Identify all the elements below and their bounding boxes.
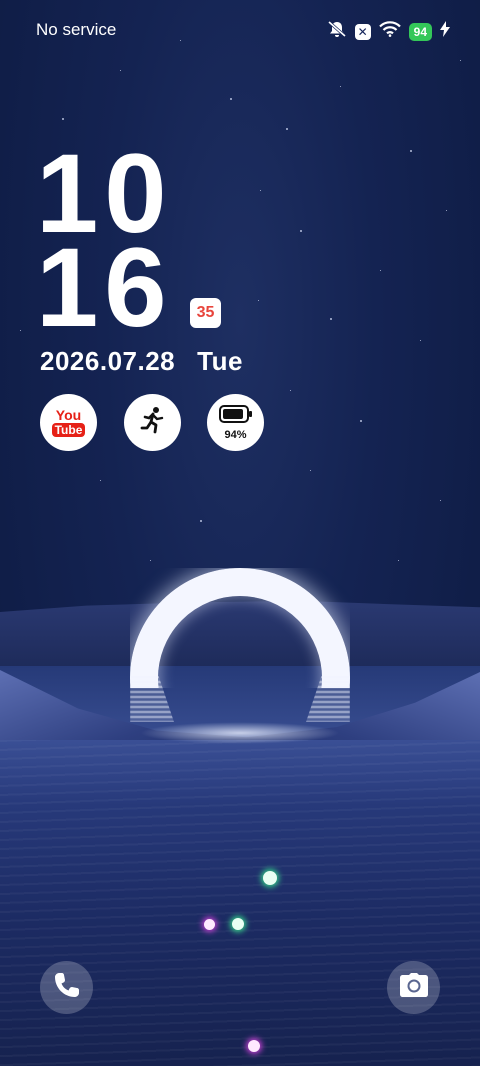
fitness-widget[interactable] (124, 394, 181, 451)
clock-seconds-badge: 35 (190, 298, 221, 328)
date-line: 2026.07.28 Tue (40, 346, 243, 377)
lock-screen[interactable]: No service ✕ 94 10 16 35 2026.07.28 Tue … (0, 0, 480, 1066)
running-icon (140, 406, 166, 439)
charging-bolt-icon (440, 21, 450, 42)
battery-percent-label: 94% (224, 428, 247, 441)
close-box-icon: ✕ (354, 23, 371, 40)
youtube-widget[interactable]: You Tube (40, 394, 97, 451)
date-text: 2026.07.28 (40, 346, 176, 376)
mute-icon (327, 20, 347, 43)
carrier-label: No service (36, 20, 117, 39)
battery-indicator: 94 (408, 22, 432, 41)
sparkle-dot (232, 918, 244, 930)
wallpaper-waves (0, 740, 480, 1066)
youtube-logo-text: You (55, 407, 82, 423)
status-bar: No service ✕ 94 (0, 0, 480, 60)
battery-icon (218, 404, 253, 428)
wallpaper-glow (140, 722, 340, 744)
sparkle-dot (263, 871, 277, 885)
camera-icon (399, 972, 429, 1003)
youtube-logo-tube: Tube (51, 423, 86, 437)
status-icons: ✕ 94 (327, 20, 450, 43)
battery-widget[interactable]: 94% (207, 394, 264, 451)
phone-icon (53, 971, 81, 1004)
phone-shortcut-button[interactable] (40, 961, 93, 1014)
sparkle-dot (248, 1040, 260, 1052)
clock-minute: 16 (36, 225, 173, 350)
wifi-icon (378, 21, 401, 42)
camera-shortcut-button[interactable] (387, 961, 440, 1014)
weekday-text: Tue (197, 346, 243, 376)
youtube-icon: You Tube (51, 407, 86, 437)
sparkle-dot (204, 919, 215, 930)
